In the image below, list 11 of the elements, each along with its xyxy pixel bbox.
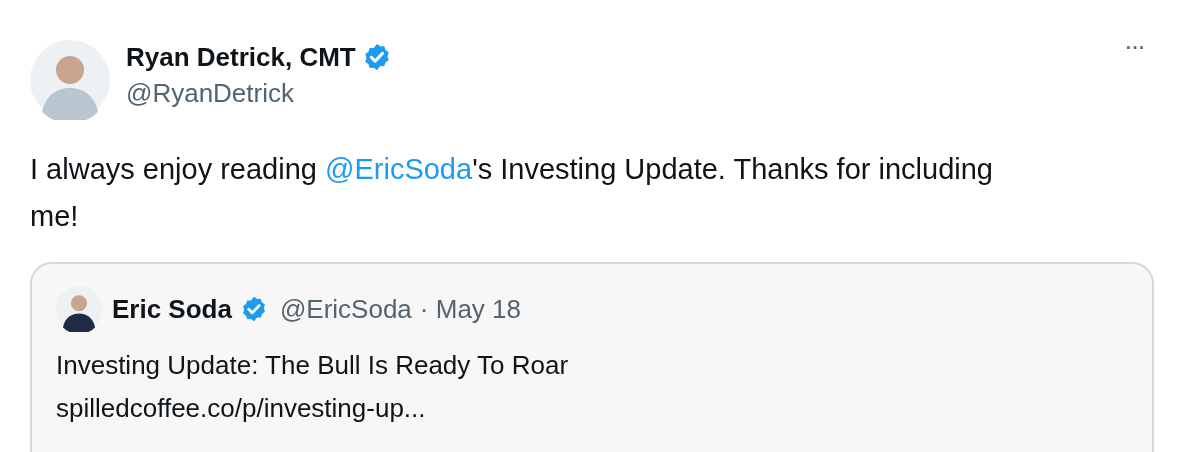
more-menu[interactable]: ··· (1124, 36, 1144, 56)
tweet-text: I always enjoy reading @EricSoda's Investing Update. Thanks for including me! (29, 152, 994, 234)
author-name[interactable]: Ryan Detrick, CMT (126, 40, 356, 74)
quoted-author-name[interactable]: Eric Soda (112, 289, 232, 329)
quoted-tweet-text: Investing Update: The Bull Is Ready To Roar (56, 349, 570, 382)
quoted-tweet-card[interactable]: Eric Soda @EricSoda · May 18 Investing Update: The Bull Is Ready To Roar spilledcoffee.co/p/investing-up... (30, 262, 1154, 452)
author-handle[interactable]: @RyanDetrick (126, 76, 294, 110)
avatar-icon[interactable] (56, 286, 102, 332)
quoted-tweet-date[interactable]: · May 18 (419, 289, 521, 329)
quoted-tweet-text: spilledcoffee.co/p/investing-up... (56, 392, 427, 425)
quoted-author-handle[interactable]: @EricSoda (279, 289, 412, 329)
